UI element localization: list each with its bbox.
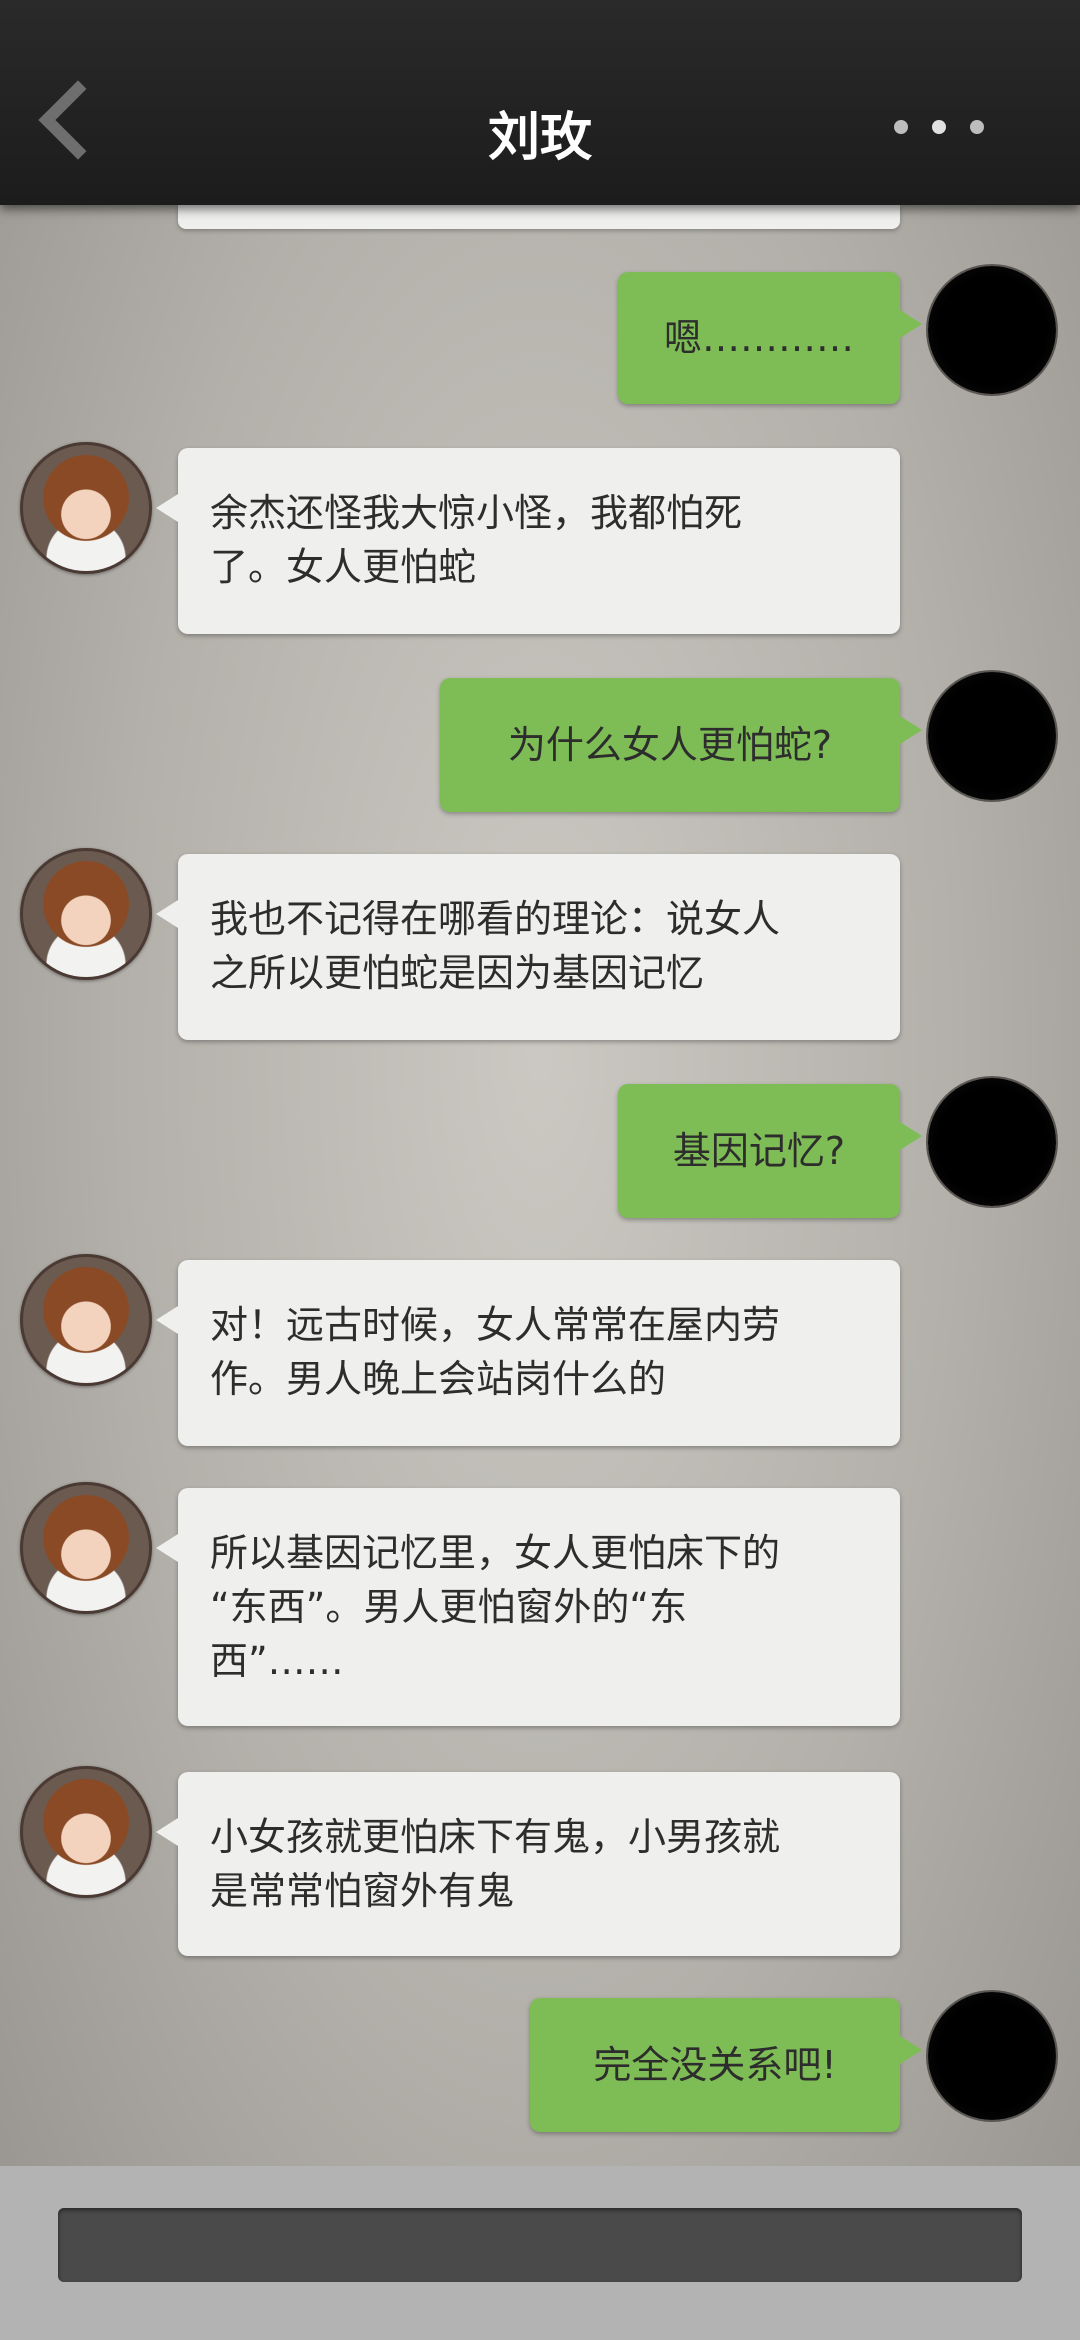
message-text: 为什么女人更怕蛇? [507,723,833,767]
outgoing-bubble: 为什么女人更怕蛇? [440,678,922,812]
my-avatar[interactable] [928,266,1056,394]
message-line: 作。男人晚上会站岗什么的 [210,1357,667,1401]
message-line: 所以基因记忆里，女人更怕床下的 [210,1531,781,1575]
outgoing-bubble: 基因记忆? [618,1084,922,1218]
message-text: 基因记忆? [672,1129,846,1173]
incoming-bubble: 对！远古时候，女人常常在屋内劳 作。男人晚上会站岗什么的 [156,1260,900,1446]
my-avatar[interactable] [928,1992,1056,2120]
outgoing-bubble: 嗯………… [618,272,922,404]
contact-avatar[interactable] [20,1254,152,1386]
top-bar: 刘玫 [0,0,1080,205]
message-text: 嗯………… [663,316,854,360]
message-line: 对！远古时候，女人常常在屋内劳 [210,1303,781,1347]
contact-avatar[interactable] [20,1482,152,1614]
message-line: 我也不记得在哪看的理论：说女人 [210,897,781,941]
contact-avatar[interactable] [20,1766,152,1898]
message-line: 了。女人更怕蛇 [210,545,477,589]
outgoing-bubble: 完全没关系吧! [530,1998,922,2132]
message-line: 小女孩就更怕床下有鬼，小男孩就 [210,1815,781,1859]
message-line: 西”…… [210,1639,344,1683]
message-line: 余杰还怪我大惊小怪，我都怕死 [210,491,743,535]
my-avatar[interactable] [928,672,1056,800]
message-line: 是常常怕窗外有鬼 [210,1869,515,1913]
incoming-bubble: 所以基因记忆里，女人更怕床下的 “东西”。男人更怕窗外的“东 西”…… [156,1488,900,1726]
contact-avatar[interactable] [20,442,152,574]
message-input[interactable] [58,2208,1022,2282]
more-horizontal-icon[interactable] [890,120,990,136]
incoming-bubble: 我也不记得在哪看的理论：说女人 之所以更怕蛇是因为基因记忆 [156,854,900,1040]
message-line: “东西”。男人更怕窗外的“东 [210,1585,688,1629]
incoming-bubble: 余杰还怪我大惊小怪，我都怕死 了。女人更怕蛇 [156,448,900,634]
message-text: 完全没关系吧! [593,2043,837,2087]
my-avatar[interactable] [928,1078,1056,1206]
incoming-bubble: 小女孩就更怕床下有鬼，小男孩就 是常常怕窗外有鬼 [156,1772,900,1956]
previous-message-bubble [178,205,900,229]
message-line: 之所以更怕蛇是因为基因记忆 [210,951,705,995]
contact-avatar[interactable] [20,848,152,980]
